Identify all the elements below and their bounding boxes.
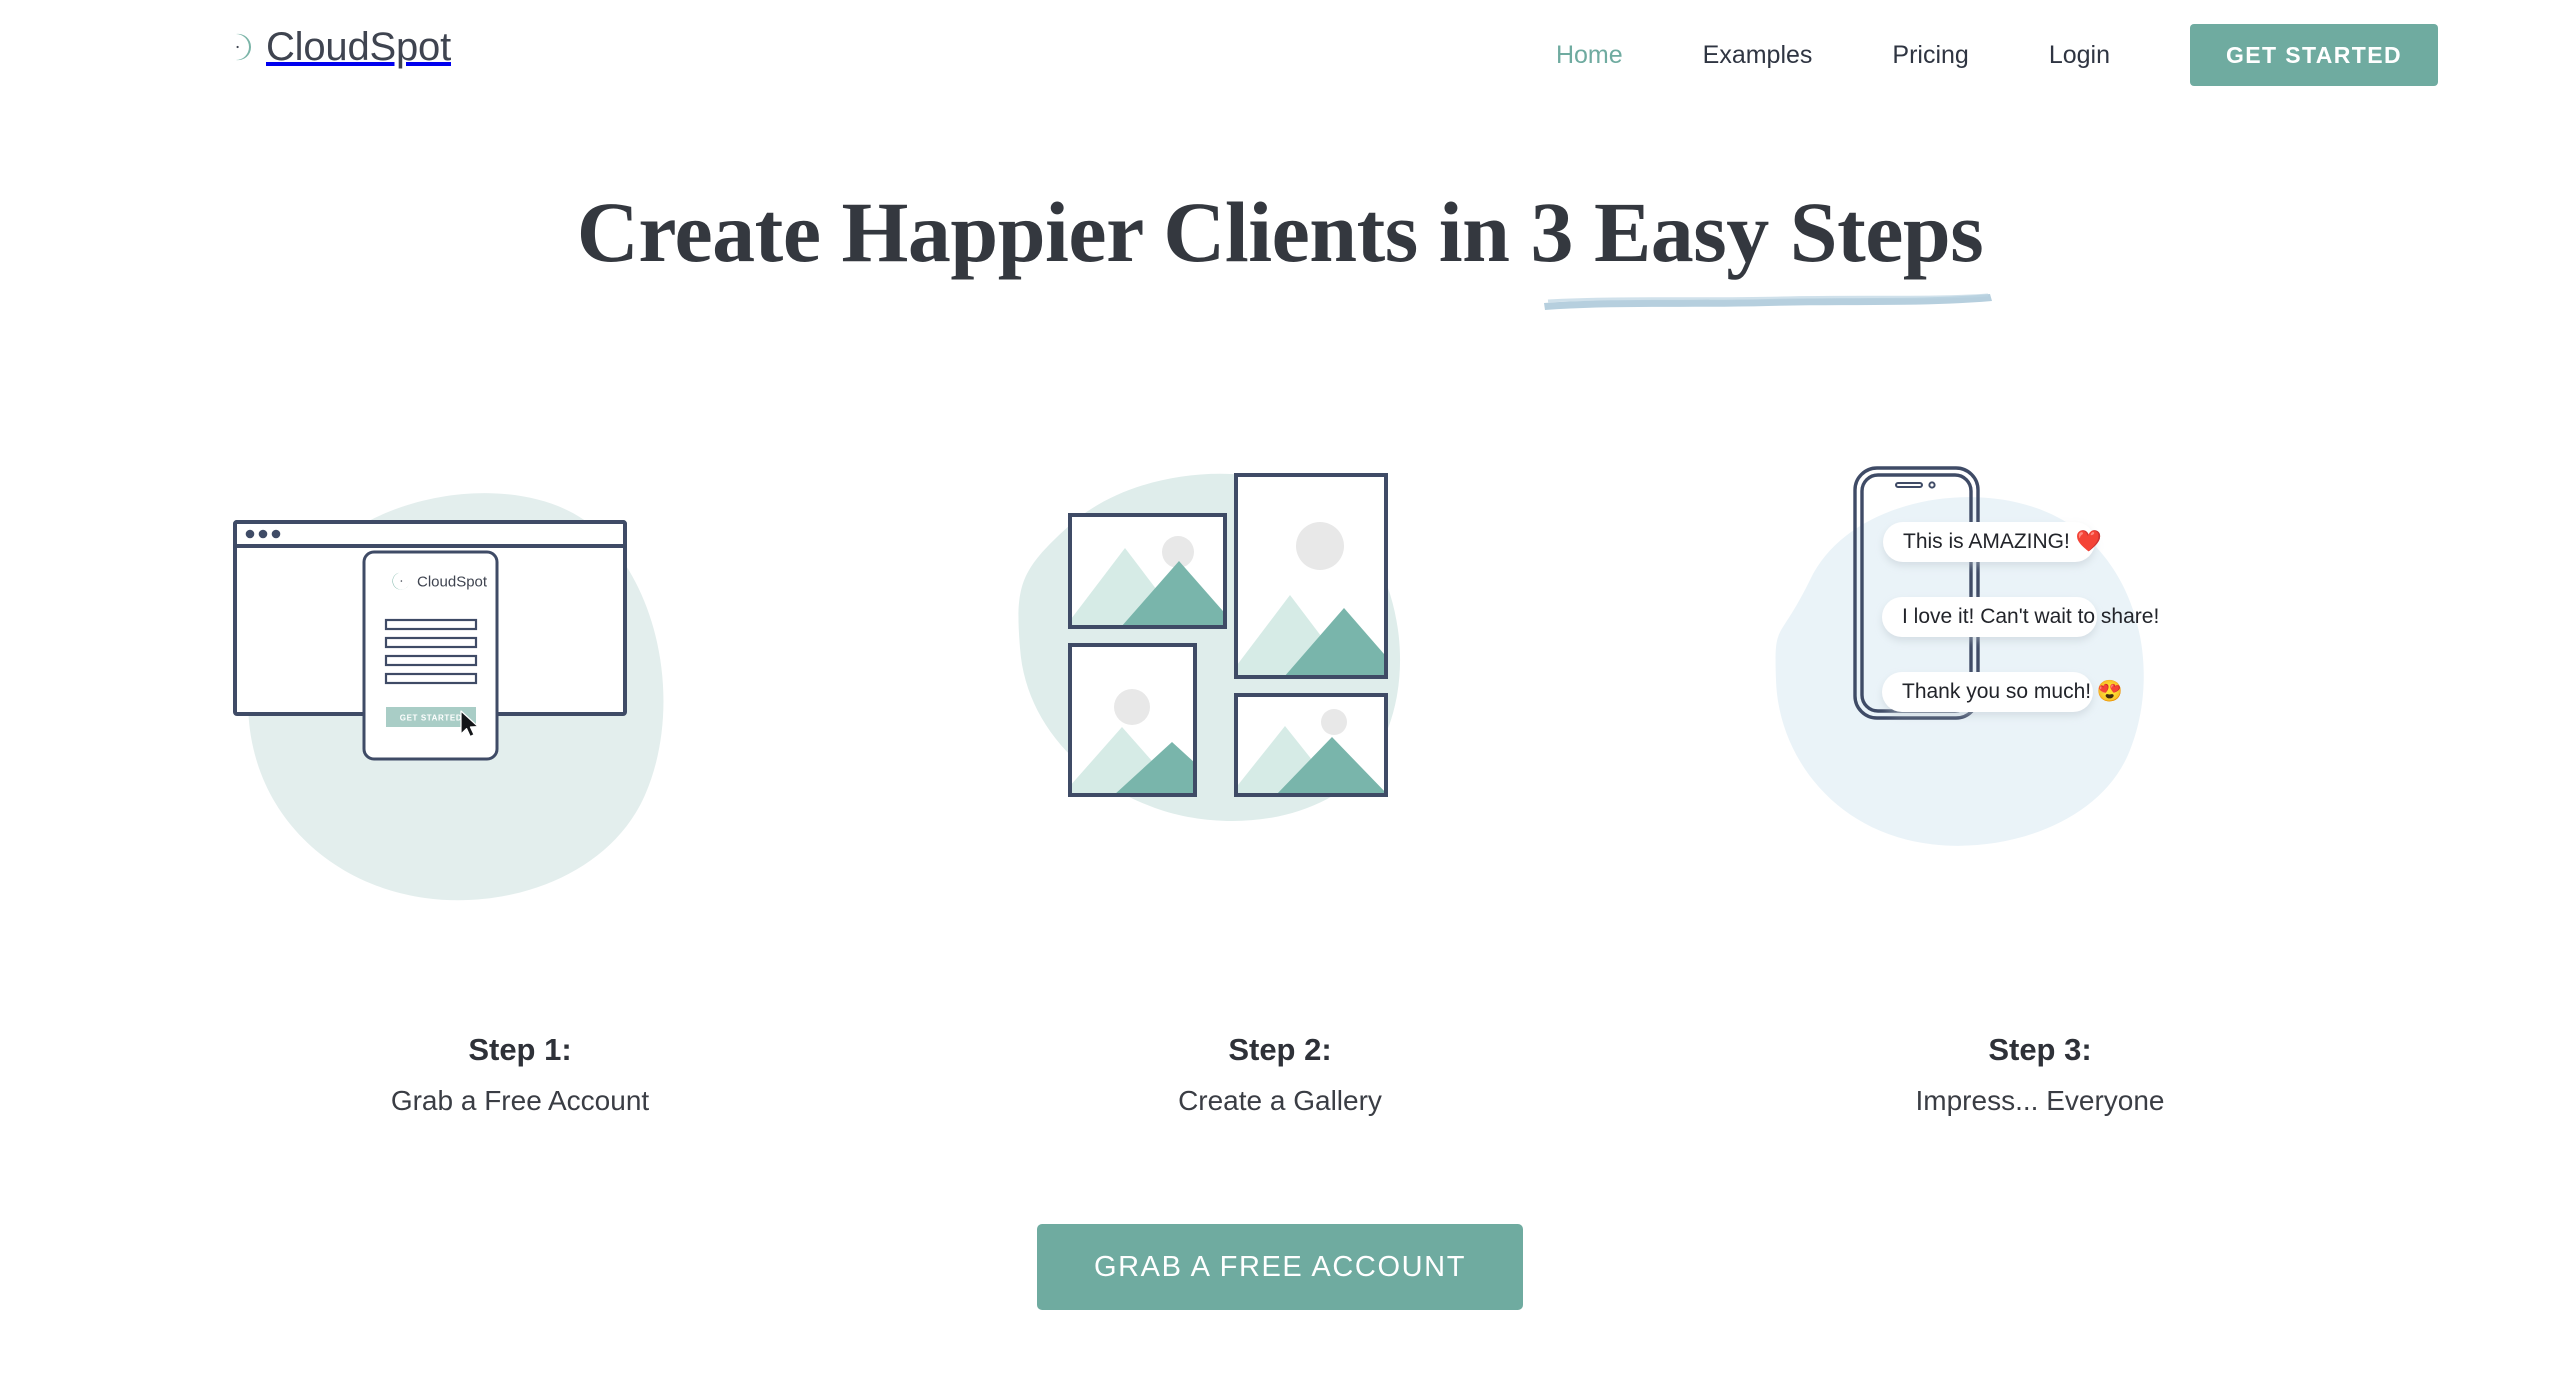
step-2-subtitle: Create a Gallery: [1178, 1085, 1382, 1117]
brand-logo-link[interactable]: CloudSpot: [222, 27, 451, 67]
brand-name: CloudSpot: [266, 25, 451, 69]
svg-text:GET STARTED: GET STARTED: [400, 714, 462, 723]
message-bubble-3-text: Thank you so much! 😍: [1902, 679, 2123, 703]
nav-item-home[interactable]: Home: [1516, 42, 1663, 68]
footer-cta-block: GRAB A FREE ACCOUNT: [0, 1224, 2560, 1310]
svg-text:CloudSpot: CloudSpot: [417, 574, 488, 591]
headline-brush-underline-icon: [1543, 293, 1992, 310]
page-title-text: Create Happier Clients in 3 Easy Steps: [576, 184, 1984, 280]
steps-section: CloudSpot GET STARTED Step 1: Grab a Fre…: [0, 430, 2560, 1120]
step-card-1: CloudSpot GET STARTED Step 1: Grab a Fre…: [140, 430, 900, 1120]
step-1-illustration: CloudSpot GET STARTED: [140, 430, 900, 930]
get-started-button[interactable]: GET STARTED: [2190, 24, 2438, 86]
step-2-title: Step 2:: [1228, 1032, 1332, 1067]
grab-a-free-account-button[interactable]: GRAB A FREE ACCOUNT: [1036, 1224, 1524, 1310]
message-bubble-1-text: This is AMAZING! ❤️: [1903, 529, 2103, 553]
message-bubble-2-text: I love it! Can't wait to share!: [1902, 605, 2159, 628]
step-2-illustration: [900, 430, 1660, 930]
page-title: Create Happier Clients in 3 Easy Steps: [576, 184, 1992, 310]
landing-page: CloudSpot Home Examples Pricing Login GE…: [0, 0, 2560, 1374]
step-card-2: Step 2: Create a Gallery: [900, 430, 1660, 1120]
nav-item-pricing[interactable]: Pricing: [1852, 42, 2008, 68]
step-3-subtitle: Impress... Everyone: [1915, 1085, 2165, 1117]
nav-item-examples[interactable]: Examples: [1663, 42, 1853, 68]
main-navigation: Home Examples Pricing Login GET STARTED: [1516, 0, 2438, 110]
nav-item-login[interactable]: Login: [2009, 42, 2150, 68]
step-3-illustration: This is AMAZING! ❤️ I love it! Can't wai…: [1660, 430, 2420, 930]
step-3-title: Step 3:: [1988, 1032, 2092, 1067]
step-1-title: Step 1:: [468, 1032, 572, 1067]
hero-headline-block: Create Happier Clients in 3 Easy Steps: [0, 184, 2560, 310]
cloudspot-c-mark-icon: [222, 32, 252, 62]
site-header: CloudSpot Home Examples Pricing Login GE…: [0, 0, 2560, 110]
step-card-3: This is AMAZING! ❤️ I love it! Can't wai…: [1660, 430, 2420, 1120]
step-1-subtitle: Grab a Free Account: [390, 1085, 650, 1117]
